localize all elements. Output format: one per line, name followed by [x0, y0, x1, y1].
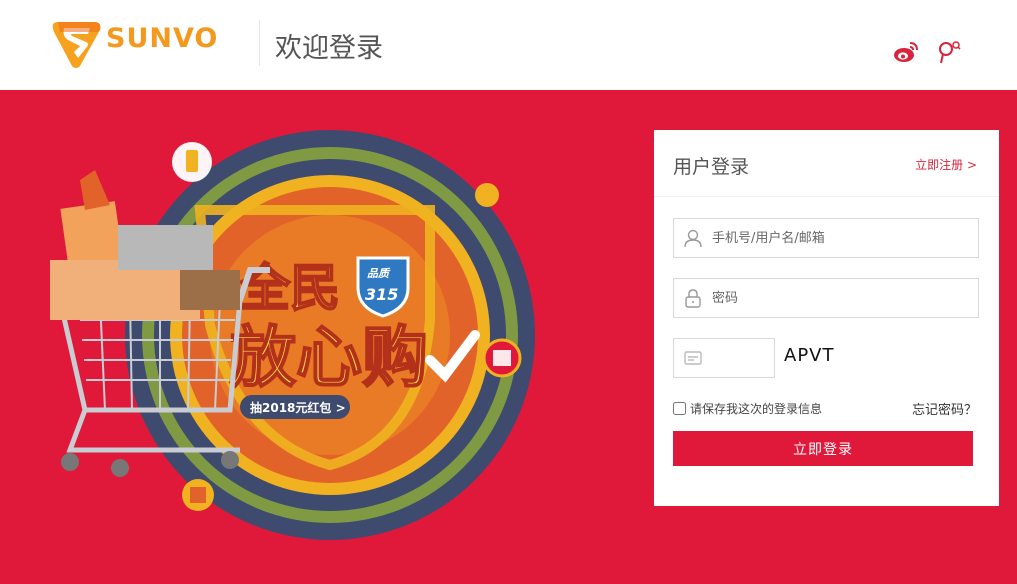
- password-input[interactable]: [712, 279, 974, 317]
- forgot-password-link[interactable]: 忘记密码？: [912, 399, 977, 418]
- remember-checkbox[interactable]: [673, 401, 686, 415]
- lock-icon: [685, 289, 701, 308]
- weibo-icon[interactable]: [893, 40, 919, 64]
- pin-icon[interactable]: [937, 39, 963, 65]
- captcha-field[interactable]: [673, 338, 775, 378]
- remember-checkbox-row[interactable]: 请保存我这次的登录信息: [673, 400, 822, 416]
- password-field[interactable]: [673, 278, 979, 318]
- sunvo-logo[interactable]: SUNVO: [50, 14, 220, 70]
- card-icon: [684, 351, 702, 365]
- remember-label: 请保存我这次的登录信息: [690, 401, 823, 416]
- hero-banner: 全民 放心购 品质 315 抽2018元红包 > 用户登录 立即注册 > 手机号…: [0, 90, 1017, 584]
- promo-illustration[interactable]: 全民 放心购 品质 315 抽2018元红包 >: [40, 110, 560, 550]
- login-button[interactable]: 立即登录: [673, 431, 973, 466]
- header-divider: [259, 20, 260, 66]
- username-field[interactable]: [673, 218, 979, 258]
- login-title: 用户登录: [673, 156, 750, 178]
- coin-icon: [475, 183, 499, 207]
- page-title: 欢迎登录: [275, 33, 383, 64]
- sunvo-logo-mark-icon: [52, 22, 101, 68]
- user-icon: [684, 229, 702, 248]
- logo-text: SUNVO: [106, 23, 219, 54]
- register-link[interactable]: 立即注册 >: [915, 156, 977, 173]
- username-input[interactable]: [712, 219, 974, 257]
- badge-number: 315: [365, 285, 398, 304]
- promo-subline: 抽2018元红包 >: [250, 400, 346, 415]
- captcha-image[interactable]: APVT: [784, 345, 834, 366]
- badge-top-label: 品质: [367, 267, 391, 280]
- panel-divider: [654, 196, 999, 197]
- promo-headline-main: 放心购: [230, 319, 428, 396]
- captcha-input[interactable]: [712, 339, 768, 377]
- site-header: SUNVO 欢迎登录: [0, 0, 1017, 90]
- login-panel: 用户登录 立即注册 > APVT: [654, 130, 999, 506]
